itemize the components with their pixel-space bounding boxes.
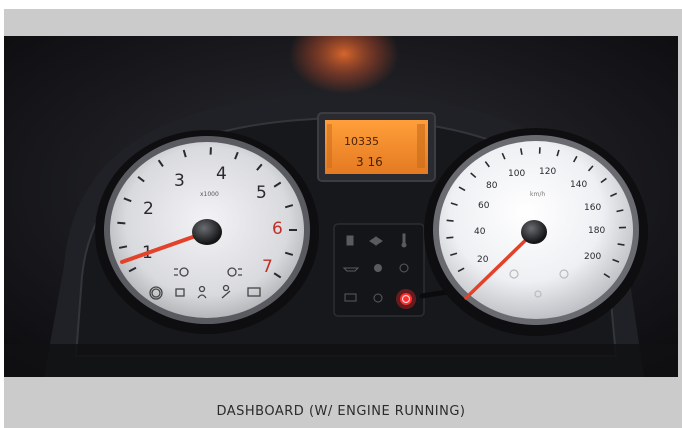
tach-number: 4 (216, 164, 227, 184)
speed-number: 200 (584, 252, 601, 262)
speed-unit: km/h (530, 191, 545, 198)
speed-number: 40 (474, 227, 486, 237)
center-display: 10335 3 16 (317, 112, 436, 182)
tach-number: 7 (262, 257, 273, 277)
tach-unit: x1000 (200, 191, 219, 198)
photo-caption: DASHBOARD (W/ ENGINE RUNNING) (216, 404, 466, 419)
tach-number: 3 (174, 171, 185, 191)
dial-tick (117, 221, 126, 225)
speed-number: 100 (508, 169, 525, 179)
tach-number: 2 (143, 199, 154, 219)
dashboard-photo: 1 2 3 4 5 6 7 x1000 10335 3 16 (4, 36, 678, 377)
lcd-line2: 3 16 (356, 155, 383, 169)
tach-hub (192, 219, 222, 245)
tachometer: 1 2 3 4 5 6 7 x1000 (95, 130, 319, 334)
tach-number: 6 (272, 219, 283, 239)
speed-hub (521, 220, 547, 244)
speed-number: 60 (478, 201, 490, 211)
speed-number: 120 (539, 167, 556, 177)
speed-number: 140 (570, 180, 587, 190)
speed-number: 160 (584, 203, 601, 213)
speedometer: 20 40 60 80 100 120 140 160 180 200 km/h (424, 128, 648, 336)
dial-tick (446, 219, 454, 222)
fuel-icon (346, 235, 354, 246)
dial-tick (446, 236, 454, 239)
speed-number: 20 (477, 255, 489, 265)
warning-light-panel (333, 223, 425, 317)
light-icon (374, 264, 382, 272)
power-icon (396, 289, 416, 309)
speed-number: 80 (486, 181, 498, 191)
tach-number: 5 (256, 183, 267, 203)
lcd-line1: 10335 (344, 135, 379, 148)
speed-number: 180 (588, 226, 605, 236)
temperature-icon (401, 233, 407, 248)
